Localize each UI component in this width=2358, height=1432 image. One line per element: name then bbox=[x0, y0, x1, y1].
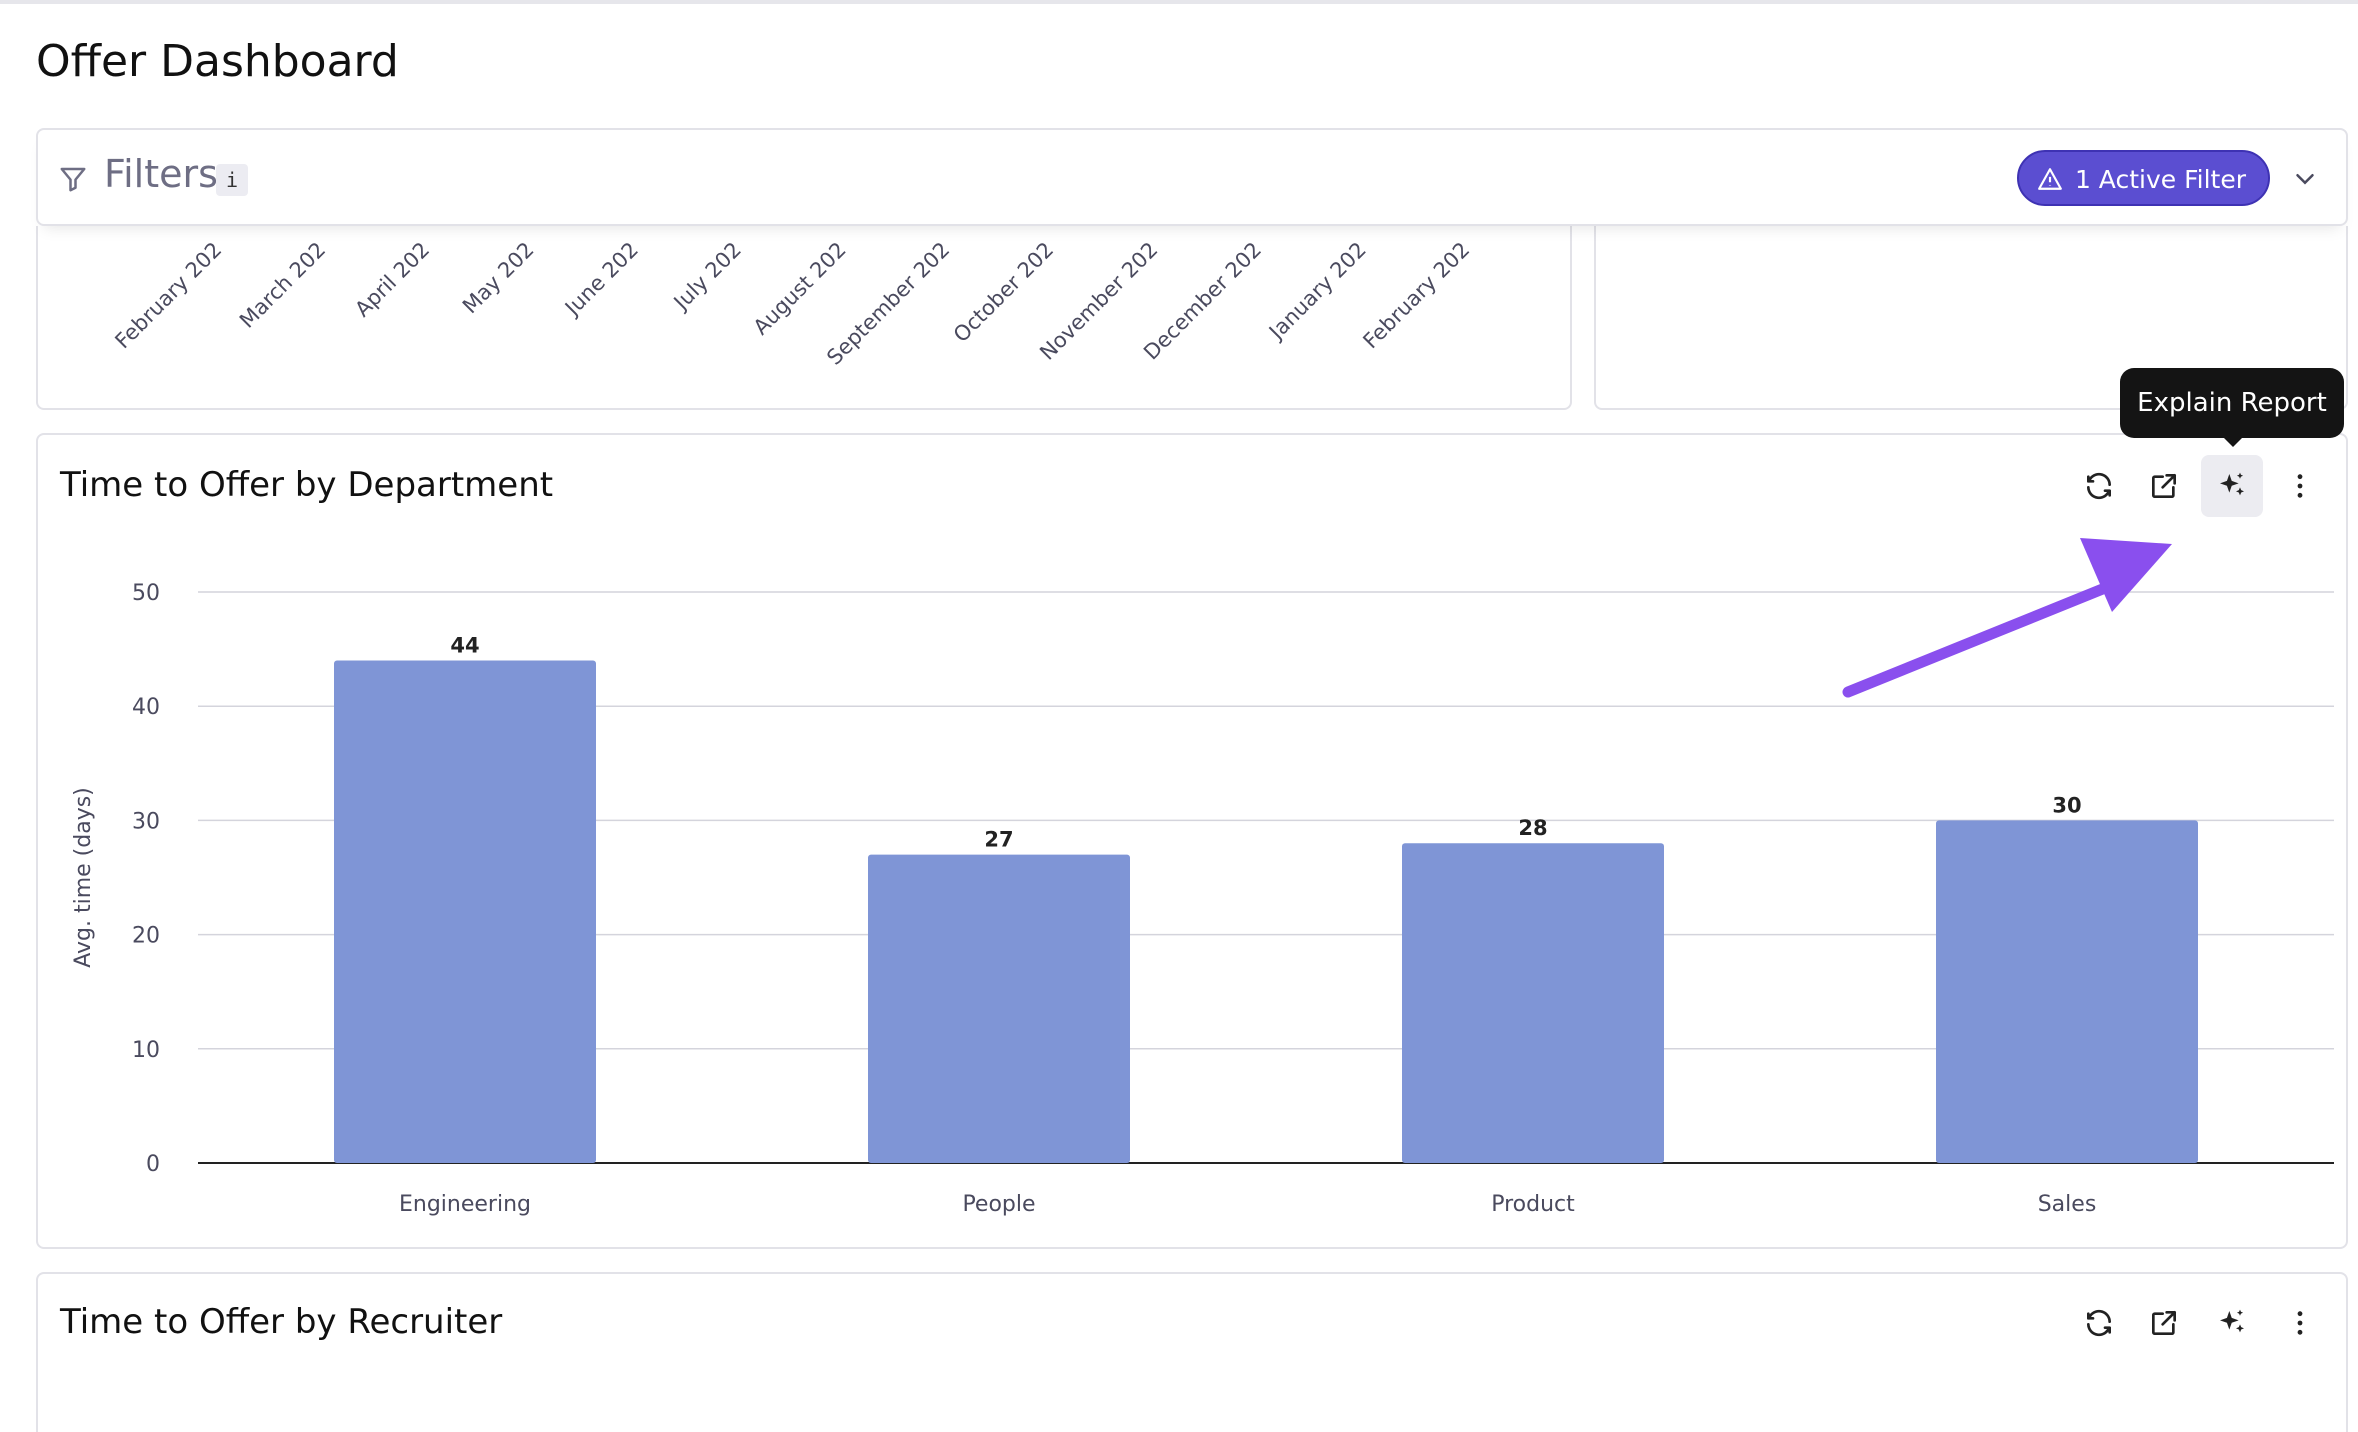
filter-icon bbox=[60, 167, 86, 192]
y-tick-label: 20 bbox=[132, 924, 160, 949]
chevron-down-icon[interactable] bbox=[2290, 164, 2320, 194]
x-tick-label: June 202 bbox=[560, 237, 643, 320]
bar-product bbox=[1402, 843, 1664, 1163]
department-bar-chart: 0 10 20 30 40 50 Avg. time (days) 44 Engineering… bbox=[71, 581, 2334, 1217]
active-filter-button[interactable]: 1 Active Filter bbox=[2016, 150, 2270, 206]
x-tick-label: March 202 bbox=[235, 237, 331, 333]
bar-people bbox=[868, 854, 1130, 1163]
y-tick-label: 30 bbox=[132, 809, 160, 834]
card-title: Time to Offer by Recruiter bbox=[60, 1302, 503, 1342]
top-divider bbox=[0, 0, 2358, 4]
y-axis-label: Avg. time (days) bbox=[71, 787, 96, 968]
open-report-button[interactable] bbox=[2133, 1292, 2195, 1354]
x-tick-label: Sales bbox=[2038, 1192, 2097, 1217]
x-tick-label: Engineering bbox=[399, 1192, 531, 1217]
page-title: Offer Dashboard bbox=[36, 36, 399, 87]
active-filter-label: 1 Active Filter bbox=[2074, 165, 2246, 194]
y-tick-label: 0 bbox=[146, 1152, 160, 1177]
recruiter-chart-card: Time to Offer by Recruiter bbox=[36, 1272, 2348, 1432]
y-tick-label: 40 bbox=[132, 695, 160, 720]
x-tick-label: August 202 bbox=[748, 237, 851, 340]
filters-label: Filters bbox=[104, 152, 218, 196]
data-label: 44 bbox=[450, 634, 479, 658]
y-tick-label: 50 bbox=[132, 581, 160, 606]
y-tick-label: 10 bbox=[132, 1038, 160, 1063]
filters-bar[interactable]: Filters i 1 Active Filter bbox=[36, 128, 2348, 226]
data-label: 27 bbox=[984, 828, 1013, 852]
explain-report-button[interactable] bbox=[2201, 1292, 2263, 1354]
info-badge[interactable]: i bbox=[216, 164, 248, 196]
external-link-icon bbox=[2152, 1311, 2176, 1335]
x-tick-label: July 202 bbox=[669, 237, 747, 315]
more-options-button[interactable] bbox=[2269, 1292, 2331, 1354]
x-tick-label: Product bbox=[1491, 1192, 1575, 1217]
tooltip-pointer bbox=[2221, 435, 2245, 447]
bar-engineering bbox=[334, 660, 596, 1163]
x-tick-label: October 202 bbox=[949, 237, 1059, 347]
warning-icon bbox=[2038, 168, 2062, 190]
sparkle-icon bbox=[2220, 1309, 2244, 1333]
previous-chart-card: February 202 March 202 April 202 May 202 Jun… bbox=[36, 226, 1572, 410]
data-label: 28 bbox=[1518, 816, 1547, 840]
department-chart-card: Time to Offer by Department 0 10 20 30 40 50 A… bbox=[36, 433, 2348, 1249]
x-tick-label: February 202 bbox=[110, 237, 227, 354]
x-tick-label: April 202 bbox=[350, 237, 435, 322]
x-tick-label: January 202 bbox=[1264, 237, 1371, 344]
more-vertical-icon bbox=[2297, 1311, 2303, 1335]
data-label: 30 bbox=[2052, 793, 2081, 817]
explain-report-tooltip: Explain Report bbox=[2120, 368, 2344, 438]
bar-sales bbox=[1936, 820, 2198, 1163]
refresh-icon bbox=[2087, 1309, 2111, 1337]
refresh-button[interactable] bbox=[2068, 1292, 2130, 1354]
x-tick-label: May 202 bbox=[457, 237, 539, 319]
x-tick-label: People bbox=[962, 1192, 1035, 1217]
x-tick-label: February 202 bbox=[1358, 237, 1475, 354]
